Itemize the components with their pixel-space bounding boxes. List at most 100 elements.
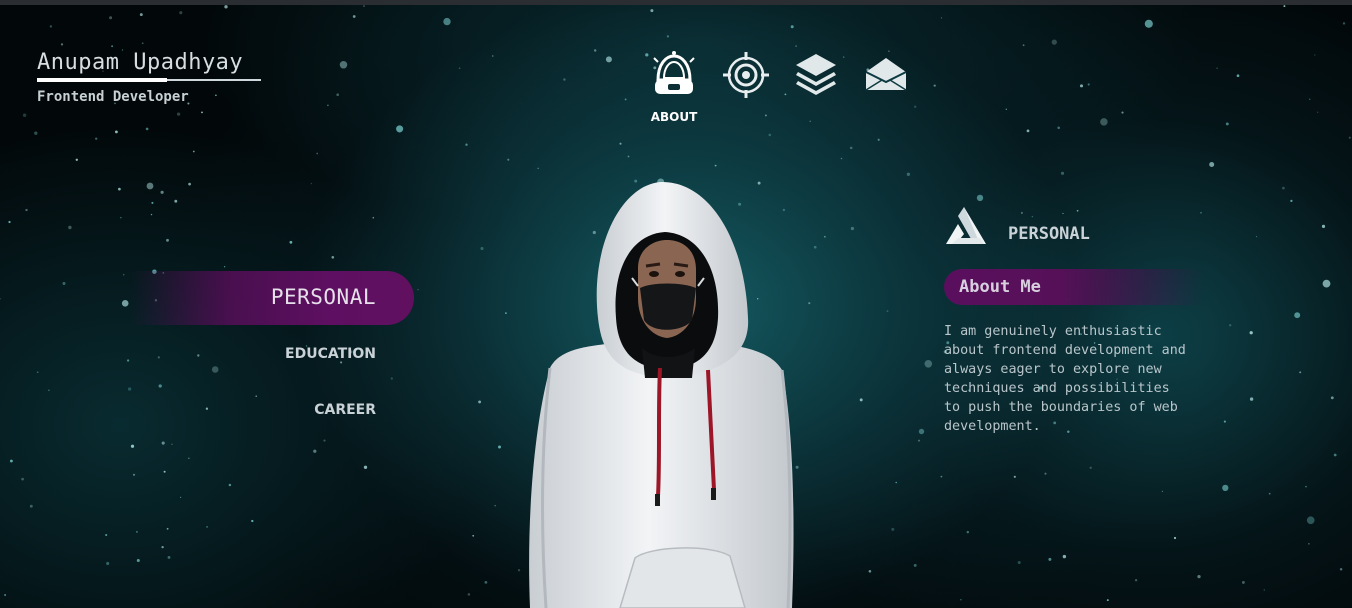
- star: [313, 449, 317, 453]
- star: [205, 407, 209, 410]
- star: [21, 477, 24, 481]
- star: [34, 131, 38, 135]
- star: [933, 84, 936, 87]
- star: [966, 530, 970, 534]
- star: [106, 561, 110, 566]
- star: [484, 581, 488, 584]
- star: [310, 182, 313, 185]
- star: [1051, 39, 1057, 45]
- star: [1062, 554, 1067, 559]
- star: [167, 555, 171, 559]
- star: [1236, 74, 1240, 78]
- hooded-person-image: [529, 181, 794, 608]
- star: [174, 199, 178, 203]
- star: [472, 534, 475, 537]
- star: [145, 127, 149, 131]
- star: [327, 104, 329, 107]
- star: [316, 152, 319, 155]
- star: [764, 114, 767, 117]
- star: [1060, 171, 1065, 175]
- panel-title: PERSONAL: [1008, 224, 1090, 244]
- star: [563, 78, 566, 81]
- star: [68, 225, 72, 230]
- star: [166, 238, 169, 242]
- star: [25, 208, 28, 212]
- star: [1282, 186, 1285, 190]
- star: [813, 245, 817, 249]
- side-menu-item-career[interactable]: CAREER: [314, 402, 376, 418]
- star: [1305, 485, 1307, 488]
- star: [914, 105, 917, 108]
- nav-item-about[interactable]: ABOUT: [646, 50, 702, 124]
- side-menu-item-education[interactable]: EDUCATION: [285, 346, 376, 362]
- star: [1013, 475, 1016, 478]
- star: [171, 443, 173, 445]
- star: [95, 137, 98, 140]
- star: [666, 35, 670, 38]
- star: [940, 475, 943, 478]
- star: [4, 594, 6, 596]
- star: [1161, 490, 1164, 493]
- star: [605, 56, 612, 63]
- star: [1222, 484, 1229, 492]
- star: [1026, 129, 1030, 133]
- star: [111, 45, 114, 48]
- star: [1057, 126, 1061, 130]
- star: [1294, 312, 1301, 319]
- star: [126, 359, 130, 362]
- star: [1314, 54, 1316, 56]
- star: [824, 235, 826, 238]
- star: [1290, 199, 1293, 203]
- star: [960, 599, 962, 601]
- nav-item-projects[interactable]: [788, 50, 844, 100]
- star: [206, 525, 209, 528]
- star: [1308, 543, 1310, 545]
- star: [105, 533, 108, 537]
- star: [1089, 466, 1092, 469]
- star: [619, 142, 622, 145]
- star: [537, 167, 539, 169]
- star: [1048, 557, 1052, 561]
- panel-subtitle: About Me: [959, 277, 1041, 297]
- star: [1144, 19, 1153, 28]
- star: [36, 371, 39, 374]
- brand-role: Frontend Developer: [37, 89, 189, 105]
- star: [22, 113, 27, 117]
- star: [1106, 599, 1109, 602]
- star: [505, 312, 507, 314]
- star: [1173, 536, 1177, 540]
- star: [1022, 44, 1025, 47]
- star: [906, 172, 911, 176]
- brand-underline: [37, 78, 261, 82]
- star: [197, 354, 200, 357]
- nav-item-contact[interactable]: [858, 50, 914, 100]
- star: [840, 157, 843, 160]
- star: [465, 143, 468, 146]
- star: [251, 519, 254, 523]
- star: [135, 530, 138, 533]
- star: [417, 289, 419, 291]
- side-menu-item-personal[interactable]: PERSONAL: [130, 271, 414, 325]
- star: [60, 43, 64, 46]
- star: [498, 445, 501, 449]
- star: [507, 158, 510, 161]
- star: [188, 182, 191, 186]
- star: [650, 9, 654, 13]
- brand-name[interactable]: Anupam Upadhyay: [37, 50, 261, 75]
- star: [1306, 516, 1315, 525]
- star: [188, 457, 190, 459]
- star: [627, 155, 630, 158]
- star: [1216, 67, 1218, 70]
- target-icon: [723, 52, 769, 98]
- star: [895, 481, 897, 484]
- star: [809, 120, 811, 123]
- astronaut-helmet-icon: [653, 51, 695, 94]
- star: [146, 182, 154, 190]
- star: [1342, 22, 1346, 25]
- star: [160, 190, 164, 194]
- star: [1299, 371, 1302, 374]
- star: [918, 428, 925, 435]
- penrose-triangle-icon: [946, 207, 986, 244]
- nav-item-skills[interactable]: [718, 50, 774, 100]
- star: [1249, 331, 1253, 335]
